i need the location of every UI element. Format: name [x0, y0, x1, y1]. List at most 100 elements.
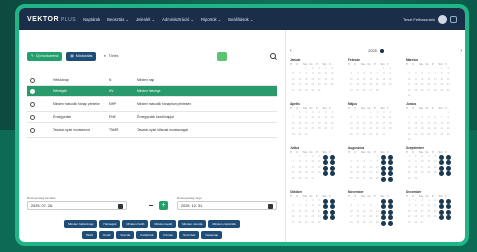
calendar-day[interactable]: 5 — [329, 199, 335, 204]
table-row-selected[interactable]: Hétvégék HV Minden hétvége — [27, 86, 277, 97]
calendar-day[interactable]: 7 — [445, 155, 451, 160]
avatar[interactable] — [438, 14, 447, 24]
calendar-day[interactable]: 29 — [445, 133, 452, 138]
weekday-button[interactable]: Hétfő — [81, 231, 98, 239]
calendar-day[interactable]: 13 — [439, 160, 445, 166]
row-radio[interactable] — [30, 88, 35, 94]
calendar-day[interactable]: 26 — [329, 215, 335, 221]
calendar-day[interactable]: 12 — [323, 160, 329, 166]
calendar-day[interactable]: 27 — [439, 215, 445, 221]
calendar-day[interactable]: 28 — [445, 171, 451, 177]
table-row[interactable]: Hétköznap N Minden nap — [27, 75, 277, 86]
calendar-day[interactable]: 30 — [303, 133, 310, 138]
calendar-day[interactable]: 25 — [316, 171, 323, 176]
calendar-day[interactable]: 2 — [381, 155, 387, 160]
calendar-day[interactable]: 7 — [445, 199, 451, 204]
calendar-day[interactable]: 30 — [406, 138, 413, 143]
period-button[interactable]: Minden szerda — [178, 220, 207, 228]
calendar-day[interactable]: 4 — [323, 199, 329, 204]
delete-button[interactable]: ✕ Törlés — [100, 54, 121, 58]
end-date-input[interactable]: 2025. 12. 31. — [177, 201, 277, 210]
calendar-day[interactable]: 23 — [387, 215, 393, 221]
period-button[interactable]: Minden csütörtök — [208, 220, 240, 228]
calendar-day[interactable]: 30 — [387, 220, 393, 226]
row-radio[interactable] — [30, 101, 35, 107]
calendar-day[interactable]: 19 — [329, 209, 335, 215]
calendar-day[interactable]: 21 — [445, 165, 451, 171]
prev-year-button[interactable]: ‹ — [290, 48, 292, 54]
period-button[interactable]: Minden hétköznap — [64, 220, 98, 228]
period-button[interactable]: Hétvégék — [99, 220, 121, 228]
calendar-day[interactable]: 1 — [381, 199, 387, 204]
calendar-day[interactable]: 30 — [445, 89, 452, 94]
calendar-day[interactable]: 31 — [381, 133, 388, 138]
weekday-button[interactable]: Szerda — [116, 231, 135, 239]
weekday-button[interactable]: Péntek — [159, 231, 178, 239]
calendar-icon[interactable] — [268, 204, 273, 209]
calendar-day[interactable]: 8 — [381, 204, 387, 210]
nav-item-administration[interactable]: Adminisztráció ⌄ — [162, 17, 194, 22]
row-radio[interactable] — [30, 77, 35, 83]
calendar-day[interactable]: 3 — [387, 155, 393, 160]
calendar-day[interactable]: 2 — [387, 199, 393, 204]
calendar-day[interactable]: 27 — [439, 171, 445, 177]
table-row[interactable]: Évnegyedek ÉNE Évnegyedek kezdőnapjai — [27, 112, 277, 123]
calendar-day[interactable]: 23 — [387, 83, 394, 88]
calendar-day[interactable]: 15 — [381, 209, 387, 215]
nav-item-calendars[interactable]: Naptárak — [83, 17, 100, 22]
calendar-day[interactable]: 21 — [445, 209, 451, 215]
calendar-day[interactable]: 16 — [381, 165, 387, 171]
weekday-button[interactable]: Csütörtök — [136, 231, 158, 239]
table-row[interactable]: Minden második hónap pénteke MHP Minden má… — [27, 97, 277, 112]
calendar-day[interactable]: 5 — [323, 155, 329, 160]
calendar-day[interactable]: 25 — [387, 127, 394, 132]
logout-icon[interactable] — [450, 15, 457, 23]
calendar-day[interactable]: 14 — [445, 160, 451, 166]
weekday-button[interactable]: Vasárnap — [201, 231, 223, 239]
calendar-day[interactable]: 6 — [439, 199, 445, 204]
weekday-button[interactable]: Kedd — [99, 231, 115, 239]
calendar-day[interactable]: 31 — [387, 176, 393, 182]
new-button[interactable]: ✎ Új munkarend — [27, 51, 63, 61]
calendar-day[interactable]: 27 — [329, 171, 335, 177]
row-radio[interactable] — [30, 127, 35, 133]
calendar-day[interactable]: 30 — [413, 177, 420, 182]
calendar-day[interactable]: 31 — [419, 221, 426, 226]
calendar-day[interactable]: 19 — [323, 165, 329, 171]
calendar-day[interactable]: 26 — [432, 171, 439, 176]
calendar-day[interactable]: 16 — [387, 209, 393, 215]
brand-logo[interactable]: VEKTOR PLUS — [27, 16, 76, 23]
calendar-day[interactable]: 11 — [323, 204, 329, 210]
calendar-day[interactable]: 27 — [329, 127, 336, 132]
calendar-day[interactable]: 23 — [381, 171, 387, 177]
calendar-day[interactable]: 12 — [329, 204, 335, 210]
calendar-day[interactable]: 10 — [387, 160, 393, 166]
next-year-button[interactable]: › — [460, 48, 462, 54]
calendar-day[interactable]: 6 — [439, 155, 445, 160]
calendar-icon[interactable] — [118, 204, 123, 209]
calendar-day[interactable]: 26 — [432, 215, 439, 220]
period-button[interactable]: Minden kedd — [150, 220, 177, 228]
calendar-day[interactable]: 13 — [439, 204, 445, 210]
calendar-day[interactable]: 20 — [329, 165, 335, 171]
weekday-button[interactable]: Szombat — [179, 231, 200, 239]
calendar-day[interactable]: 31 — [316, 89, 323, 94]
calendar-day[interactable]: 17 — [387, 165, 393, 171]
add-button[interactable] — [217, 51, 228, 61]
calendar-day[interactable]: 31 — [406, 94, 413, 99]
nav-item-reports[interactable]: Riportok ⌄ — [201, 17, 221, 22]
calendar-day[interactable]: 28 — [445, 215, 451, 221]
calendar-day[interactable]: 26 — [329, 83, 336, 88]
calendar-day[interactable]: 14 — [445, 204, 451, 210]
calendar-day[interactable]: 9 — [381, 160, 387, 166]
calendar-day[interactable]: 24 — [387, 171, 393, 177]
calendar-day[interactable]: 25 — [323, 215, 329, 221]
year-picker-icon[interactable] — [379, 49, 384, 53]
calendar-day[interactable]: 9 — [387, 204, 393, 210]
calendar-day[interactable]: 20 — [439, 209, 445, 215]
row-radio[interactable] — [30, 114, 35, 120]
calendar-day[interactable]: 31 — [310, 177, 317, 182]
edit-button[interactable]: ▤ Módosítás — [66, 51, 97, 61]
calendar-day[interactable]: 18 — [323, 209, 329, 215]
calendar-day[interactable]: 29 — [381, 220, 387, 226]
